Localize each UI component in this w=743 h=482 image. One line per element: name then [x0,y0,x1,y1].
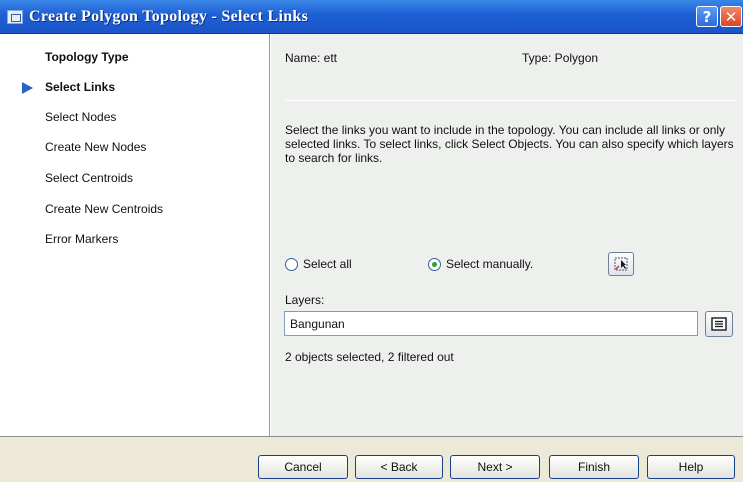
select-manually-label: Select manually. [446,257,534,271]
app-icon [7,9,23,24]
select-all-radio[interactable] [285,257,298,271]
next-button[interactable]: Next > [450,455,540,479]
main-panel [271,34,743,436]
back-button[interactable]: < Back [355,455,443,479]
title-help-button[interactable]: ? [696,6,718,27]
select-manually-radio-option[interactable]: Select manually. [428,257,533,271]
topology-name-label: Name: ett [285,51,338,65]
step-create-new-nodes[interactable]: Create New Nodes [45,140,146,154]
instructions-text: Select the links you want to include in … [285,123,734,165]
current-step-arrow-icon [22,82,33,94]
selection-status-text: 2 objects selected, 2 filtered out [285,350,454,364]
divider [285,100,735,101]
layers-picker-button[interactable] [705,311,733,337]
step-select-links[interactable]: Select Links [45,80,115,94]
step-select-nodes[interactable]: Select Nodes [45,110,116,124]
select-all-radio-option[interactable]: Select all [285,257,352,271]
step-error-markers[interactable]: Error Markers [45,232,118,246]
window-title: Create Polygon Topology - Select Links [29,7,309,25]
step-create-new-centroids[interactable]: Create New Centroids [45,202,163,216]
select-manually-radio[interactable] [428,257,441,271]
layers-field[interactable] [284,311,698,336]
wizard-steps-sidebar: Topology Type Select Links Select Nodes … [0,34,270,436]
step-select-centroids[interactable]: Select Centroids [45,171,133,185]
step-topology-type[interactable]: Topology Type [45,50,129,64]
help-button[interactable]: Help [647,455,735,479]
select-objects-button[interactable] [608,252,634,276]
layers-label: Layers: [285,293,325,307]
topology-type-label: Type: Polygon [522,51,599,65]
finish-button[interactable]: Finish [549,455,639,479]
title-bar: Create Polygon Topology - Select Links ?… [0,0,743,34]
cancel-button[interactable]: Cancel [258,455,348,479]
title-close-button[interactable]: ✕ [720,6,742,27]
layer-list-icon [711,317,727,331]
select-all-label: Select all [303,257,352,271]
select-objects-icon [614,257,628,271]
